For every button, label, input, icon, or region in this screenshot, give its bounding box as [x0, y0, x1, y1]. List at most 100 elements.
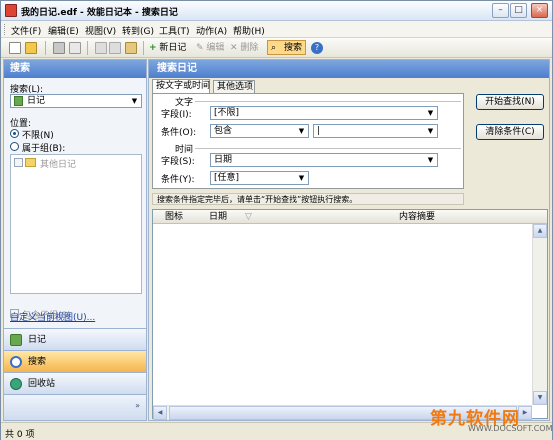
- recycle-icon: [10, 378, 22, 390]
- chevron-down-icon: ▼: [298, 127, 305, 135]
- search-label: 搜索: [284, 43, 303, 53]
- field-label: 字段(I):: [161, 110, 192, 120]
- menu-bar: 文件(F) 编辑(E) 视图(V) 转到(G) 工具(T) 动作(A) 帮助(H…: [1, 21, 552, 38]
- section-divider: [195, 148, 461, 149]
- column-summary[interactable]: 内容摘要: [399, 210, 435, 224]
- toolbar-separator: [45, 41, 46, 55]
- menu-help[interactable]: 帮助(H): [233, 24, 265, 37]
- nav-search-label: 搜索: [28, 357, 47, 367]
- text-caret: |: [317, 126, 321, 136]
- nav-recycle[interactable]: 回收站: [4, 372, 146, 394]
- radio-group-label: 属于组(B):: [22, 144, 66, 154]
- nav-footer: »: [4, 394, 146, 420]
- nav-diary-label: 日记: [28, 335, 47, 345]
- radio-unlimited[interactable]: [10, 129, 19, 138]
- search-type-value: 日记: [27, 96, 46, 106]
- pencil-icon: ✎: [196, 43, 204, 53]
- search-type-combo[interactable]: 日记 ▼: [10, 94, 142, 108]
- print-icon[interactable]: [53, 42, 65, 54]
- customize-view-link[interactable]: 自定义当前视图(U)...: [10, 310, 95, 323]
- field-combo[interactable]: [不限] ▼: [210, 106, 438, 120]
- toolbar-separator: [87, 41, 88, 55]
- search-options: 搜索(L): 日记 ▼ 位置: 不限(N) 属于组(B): 其他日记 包含子组(…: [4, 78, 146, 328]
- chevron-down-icon: ▼: [131, 97, 138, 105]
- search-button[interactable]: ⌕ 搜索: [267, 40, 307, 55]
- chevron-down-icon: ▼: [427, 127, 434, 135]
- radio-group[interactable]: [10, 142, 19, 151]
- cut-icon[interactable]: [95, 42, 107, 54]
- time-condition-label: 条件(Y):: [161, 175, 195, 185]
- scroll-left-icon[interactable]: ◀: [153, 406, 167, 420]
- minimize-button[interactable]: –: [492, 3, 509, 18]
- tab-text-time[interactable]: 按文字或时间: [152, 79, 210, 94]
- title-bar: 我的日记.edf - 效能日记本 - 搜索日记 – □ ×: [1, 1, 552, 21]
- watermark-url: WWW.DOCSOFT.COM: [468, 424, 553, 433]
- condition-combo[interactable]: 包含 ▼: [210, 124, 309, 138]
- start-search-button[interactable]: 开始查找(N): [476, 94, 544, 110]
- paste-icon[interactable]: [125, 42, 137, 54]
- time-field-label: 字段(S):: [161, 157, 195, 167]
- tab-panel: 文字 字段(I): [不限] ▼ 条件(O): 包含 ▼ | ▼ 时间 字段(S…: [152, 93, 464, 189]
- menu-goto[interactable]: 转到(G): [122, 24, 154, 37]
- delete-button[interactable]: ✕ 删除: [230, 41, 258, 55]
- delete-label: 删除: [240, 43, 259, 53]
- plus-icon: +: [149, 43, 157, 53]
- time-condition-value: [任意]: [214, 173, 240, 183]
- scroll-up-icon[interactable]: ▲: [533, 224, 547, 238]
- delete-x-icon: ✕: [230, 43, 238, 53]
- menu-action[interactable]: 动作(A): [196, 24, 227, 37]
- right-pane: 搜索日记 按文字或时间 其他选项 文字 字段(I): [不限] ▼ 条件(O):…: [148, 59, 550, 421]
- left-pane-header: 搜索: [4, 60, 146, 78]
- app-window: 我的日记.edf - 效能日记本 - 搜索日记 – □ × 文件(F) 编辑(E…: [0, 0, 553, 440]
- edit-button[interactable]: ✎ 编辑: [196, 41, 224, 55]
- vertical-scrollbar[interactable]: ▲ ▼: [532, 224, 547, 405]
- item-count: 共 0 项: [5, 430, 35, 440]
- time-condition-combo[interactable]: [任意] ▼: [210, 171, 309, 185]
- clear-conditions-button[interactable]: 清除条件(C): [476, 124, 544, 140]
- copy-icon[interactable]: [109, 42, 121, 54]
- new-file-icon[interactable]: [9, 42, 21, 54]
- menu-edit[interactable]: 编辑(E): [48, 24, 79, 37]
- diary-book-icon: [14, 96, 23, 106]
- menu-tools[interactable]: 工具(T): [159, 24, 190, 37]
- field-value: [不限]: [214, 108, 240, 118]
- condition-label: 条件(O):: [161, 128, 197, 138]
- chevron-double-down-icon[interactable]: »: [135, 401, 140, 410]
- scroll-right-icon[interactable]: ▶: [518, 406, 532, 420]
- radio-unlimited-label: 不限(N): [22, 131, 54, 141]
- menu-grip: [4, 24, 7, 35]
- tab-other-options[interactable]: 其他选项: [213, 80, 255, 94]
- preview-icon[interactable]: [69, 42, 81, 54]
- tree-checkbox[interactable]: [14, 158, 23, 167]
- nav-recycle-label: 回收站: [28, 379, 56, 389]
- toolbar-separator: [143, 41, 144, 55]
- sort-arrow-icon: ▽: [245, 212, 252, 222]
- results-header: 图标 日期 ▽ 内容摘要: [153, 210, 547, 224]
- group-tree: 其他日记: [10, 154, 142, 294]
- toolbar: + 新日记 ✎ 编辑 ✕ 删除 ⌕ 搜索 ?: [1, 38, 552, 58]
- column-date[interactable]: 日期: [209, 210, 227, 224]
- condition-text-input[interactable]: | ▼: [313, 124, 438, 138]
- time-field-combo[interactable]: 日期 ▼: [210, 153, 438, 167]
- maximize-button[interactable]: □: [510, 3, 527, 18]
- close-button[interactable]: ×: [531, 3, 548, 18]
- new-diary-button[interactable]: + 新日记: [149, 41, 186, 55]
- search-hint: 搜索条件指定完毕后，请单击“开始查找”按钮执行搜索。: [152, 193, 464, 205]
- chevron-down-icon: ▼: [427, 156, 434, 164]
- open-folder-icon[interactable]: [25, 42, 37, 54]
- nav-search[interactable]: 搜索: [4, 350, 146, 372]
- nav-diary[interactable]: 日记: [4, 328, 146, 350]
- help-icon[interactable]: ?: [311, 42, 323, 54]
- folder-icon: [25, 158, 36, 167]
- magnifier-icon: [10, 356, 22, 368]
- edit-label: 编辑: [206, 43, 225, 53]
- new-diary-label: 新日记: [159, 43, 187, 53]
- left-pane: 搜索 搜索(L): 日记 ▼ 位置: 不限(N) 属于组(B): 其他日记 包含…: [3, 59, 147, 421]
- diary-book-icon: [10, 334, 22, 346]
- column-icon[interactable]: 图标: [165, 210, 183, 224]
- menu-view[interactable]: 视图(V): [85, 24, 116, 37]
- scroll-down-icon[interactable]: ▼: [533, 391, 547, 405]
- menu-file[interactable]: 文件(F): [11, 24, 41, 37]
- tree-item-other[interactable]: 其他日记: [40, 157, 76, 170]
- right-pane-header: 搜索日记: [149, 60, 549, 78]
